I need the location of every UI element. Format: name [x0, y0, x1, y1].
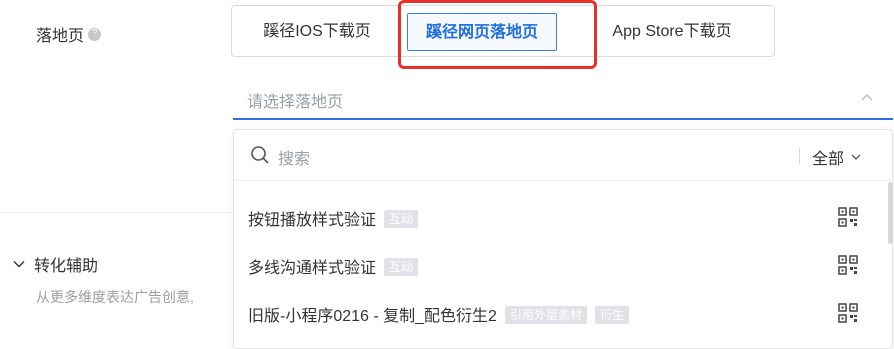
qr-code-icon[interactable] — [838, 255, 858, 275]
item-name: 按钮播放样式验证 — [248, 212, 377, 229]
list-item[interactable]: 按钮播放样式验证 互动 — [234, 196, 884, 236]
chevron-down-icon — [13, 261, 25, 268]
option-app-store[interactable]: App Store下载页 — [587, 13, 757, 51]
item-tag: 引用外层素材 — [504, 306, 587, 324]
list-item[interactable]: 旧版-小程序0216 - 复制_配色衍生2 引用外层素材 衍生 — [234, 292, 884, 332]
filter-label: 全部 — [812, 151, 845, 168]
list-item[interactable]: 多线沟通样式验证 互动 — [234, 244, 884, 284]
landing-page-label-text: 落地页 — [36, 28, 85, 45]
item-name: 多线沟通样式验证 — [248, 260, 377, 277]
option-ios-download[interactable]: 蹊径IOS下载页 — [242, 13, 392, 51]
search-row: 搜索 全部 — [234, 130, 892, 181]
filter-dropdown[interactable]: 全部 — [812, 145, 862, 169]
qr-code-icon[interactable] — [838, 303, 858, 323]
item-tag: 互动 — [384, 258, 419, 276]
item-name: 旧版-小程序0216 - 复制_配色衍生2 — [248, 308, 497, 325]
conversion-section-toggle[interactable]: 转化辅助 — [12, 252, 98, 276]
landing-page-label: 落地页 ? — [36, 22, 102, 46]
landing-page-select[interactable]: 请选择落地页 — [233, 80, 893, 120]
chevron-down-icon — [851, 154, 861, 160]
highlight-annotation — [398, 0, 597, 69]
help-icon[interactable]: ? — [88, 27, 102, 41]
divider — [0, 212, 232, 213]
item-tag: 互动 — [384, 210, 419, 228]
landing-page-dropdown: 搜索 全部 按钮播放样式验证 互动 多线沟通样式验证 互动 旧版-小程序0216… — [233, 129, 893, 349]
scrollbar[interactable] — [888, 182, 893, 244]
search-icon — [251, 146, 269, 164]
search-input[interactable]: 搜索 — [278, 145, 310, 169]
select-placeholder: 请选择落地页 — [247, 94, 344, 111]
item-tag: 衍生 — [594, 306, 629, 324]
chevron-up-icon — [861, 94, 873, 101]
section-title: 转化辅助 — [34, 258, 99, 275]
divider — [799, 148, 800, 164]
section-description: 从更多维度表达广告创意, — [36, 289, 194, 305]
qr-code-icon[interactable] — [838, 207, 858, 227]
